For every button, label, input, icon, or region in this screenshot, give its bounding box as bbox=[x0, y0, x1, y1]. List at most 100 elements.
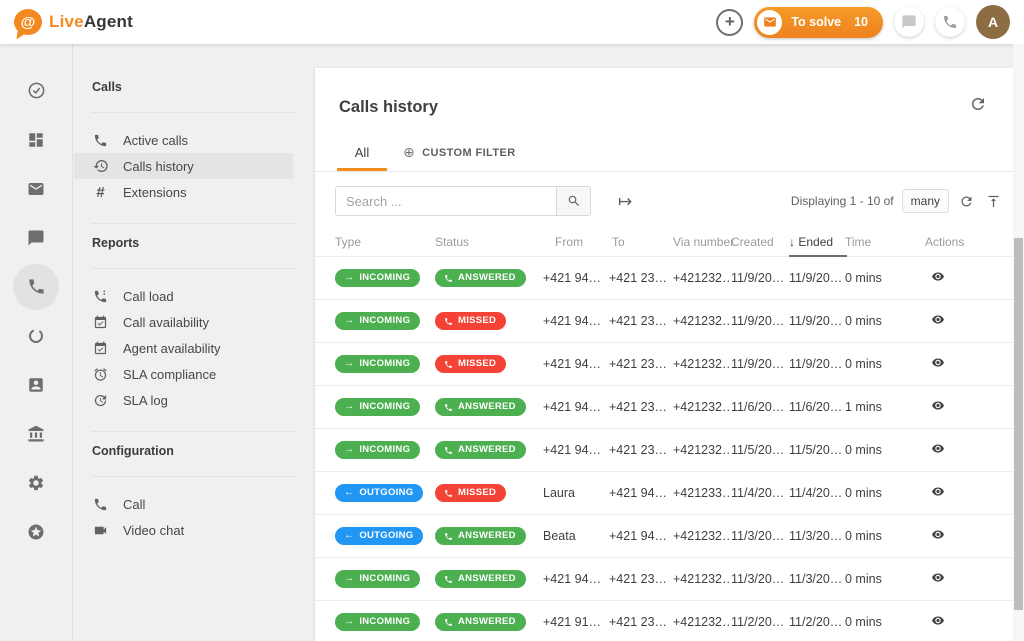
sidebar-item-call-availability[interactable]: Call availability bbox=[74, 309, 293, 335]
cell-from: Beata bbox=[543, 529, 609, 543]
cell-time: 0 mins bbox=[845, 529, 915, 543]
rail-tick-circle-icon[interactable] bbox=[0, 66, 73, 115]
sidebar-item-agent-availability[interactable]: Agent availability bbox=[74, 335, 293, 361]
column-header-via-number[interactable]: Via number bbox=[673, 235, 731, 249]
search-input[interactable] bbox=[336, 187, 556, 215]
table-toolbar: ↦ Displaying 1 - 10 of many bbox=[315, 172, 1013, 230]
topbar-actions: + To solve 10 A bbox=[716, 5, 1010, 39]
rail-dashboard-icon[interactable] bbox=[0, 115, 73, 164]
divider bbox=[91, 268, 295, 269]
sidebar-item-sla-log[interactable]: SLA log bbox=[74, 387, 293, 413]
app-window: @ LiveAgent + To solve 10 A bbox=[0, 0, 1024, 641]
to-solve-button[interactable]: To solve 10 bbox=[754, 7, 883, 38]
active-tab-underline bbox=[337, 168, 387, 171]
active-rail-highlight bbox=[13, 264, 59, 310]
rail-mail-icon[interactable] bbox=[0, 164, 73, 213]
table-row[interactable]: →INCOMING MISSED +421 94… +421 23… +4212… bbox=[315, 299, 1013, 342]
displaying-text: Displaying 1 - 10 of bbox=[791, 194, 894, 208]
refresh-button[interactable] bbox=[969, 95, 987, 118]
sidebar-item-call-config[interactable]: Call bbox=[74, 491, 293, 517]
alarm-icon bbox=[92, 367, 109, 382]
sidebar-item-label: SLA log bbox=[123, 393, 168, 408]
liveagent-logo[interactable]: @ LiveAgent bbox=[14, 9, 133, 35]
rail-contacts-icon[interactable] bbox=[0, 360, 73, 409]
table-row[interactable]: →INCOMING MISSED +421 94… +421 23… +4212… bbox=[315, 342, 1013, 385]
call-status-badge: ANSWERED bbox=[435, 570, 526, 588]
table-row[interactable]: →INCOMING ANSWERED +421 94… +421 23… +42… bbox=[315, 428, 1013, 471]
table-row[interactable]: →INCOMING ANSWERED +421 94… +421 23… +42… bbox=[315, 256, 1013, 299]
table-row[interactable]: →INCOMING ANSWERED +421 94… +421 23… +42… bbox=[315, 557, 1013, 600]
view-call-button[interactable] bbox=[930, 356, 946, 369]
calls-button[interactable] bbox=[935, 7, 965, 37]
rail-ring-icon[interactable] bbox=[0, 311, 73, 360]
tab-custom-filter[interactable]: ⊕ CUSTOM FILTER bbox=[403, 134, 516, 171]
view-call-button[interactable] bbox=[930, 614, 946, 627]
chats-button[interactable] bbox=[894, 7, 924, 37]
envelope-disc bbox=[757, 10, 782, 35]
phone-icon bbox=[444, 446, 453, 455]
rail-chat-icon[interactable] bbox=[0, 213, 73, 262]
user-avatar[interactable]: A bbox=[976, 5, 1010, 39]
phone-icon bbox=[444, 489, 453, 498]
cell-created: 11/3/20… bbox=[731, 529, 789, 543]
phone-icon bbox=[444, 403, 453, 412]
to-solve-count: 10 bbox=[854, 15, 868, 29]
column-header-status[interactable]: Status bbox=[435, 235, 543, 249]
search-button[interactable] bbox=[556, 187, 590, 215]
rail-premium-star-icon[interactable] bbox=[0, 507, 73, 556]
create-new-button[interactable]: + bbox=[716, 9, 743, 36]
column-header-type[interactable]: Type bbox=[335, 235, 435, 249]
table-row[interactable]: →INCOMING ANSWERED +421 94… +421 23… +42… bbox=[315, 385, 1013, 428]
row-count-box[interactable]: many bbox=[902, 189, 949, 213]
table-row[interactable]: →INCOMING ANSWERED +421 91… +421 23… +42… bbox=[315, 600, 1013, 641]
cell-via-number: +421232… bbox=[673, 443, 731, 457]
view-call-button[interactable] bbox=[930, 442, 946, 455]
call-status-badge: MISSED bbox=[435, 355, 506, 373]
table-row[interactable]: ←OUTGOING ANSWERED Beata +421 94… +42123… bbox=[315, 514, 1013, 557]
view-call-button[interactable] bbox=[930, 528, 946, 541]
scroll-to-top-button[interactable] bbox=[986, 194, 1001, 209]
sidebar-item-active-calls[interactable]: Active calls bbox=[74, 127, 293, 153]
column-header-time[interactable]: Time bbox=[845, 235, 915, 249]
hash-icon: # bbox=[92, 185, 109, 200]
column-header-to[interactable]: To bbox=[609, 235, 673, 249]
eye-icon bbox=[930, 356, 946, 369]
column-header-from[interactable]: From bbox=[543, 235, 609, 249]
jump-to-icon[interactable]: ↦ bbox=[618, 193, 632, 210]
rail-academy-icon[interactable] bbox=[0, 409, 73, 458]
column-header-ended[interactable]: ↓ Ended bbox=[789, 235, 845, 249]
view-call-button[interactable] bbox=[930, 399, 946, 412]
view-call-button[interactable] bbox=[930, 313, 946, 326]
scrollbar-thumb[interactable] bbox=[1014, 238, 1023, 610]
divider bbox=[91, 476, 295, 477]
cell-created: 11/3/20… bbox=[731, 572, 789, 586]
view-call-button[interactable] bbox=[930, 270, 946, 283]
sidebar-item-extensions[interactable]: # Extensions bbox=[74, 179, 293, 205]
vertical-scrollbar[interactable] bbox=[1013, 44, 1024, 641]
cell-via-number: +421232… bbox=[673, 400, 731, 414]
column-header-created[interactable]: Created bbox=[731, 235, 789, 249]
cell-from: +421 91… bbox=[543, 615, 609, 629]
history-icon bbox=[92, 158, 109, 174]
reload-list-button[interactable] bbox=[959, 194, 974, 209]
cell-created: 11/2/20… bbox=[731, 615, 789, 629]
rail-phone-icon-active[interactable] bbox=[0, 262, 73, 311]
call-status-badge: ANSWERED bbox=[435, 441, 526, 459]
view-call-button[interactable] bbox=[930, 571, 946, 584]
brand-name: LiveAgent bbox=[49, 12, 133, 32]
cell-from: +421 94… bbox=[543, 357, 609, 371]
sidebar-item-video-chat[interactable]: Video chat bbox=[74, 517, 293, 543]
sidebar-item-calls-history[interactable]: Calls history bbox=[74, 153, 293, 179]
cell-created: 11/9/20… bbox=[731, 314, 789, 328]
rail-settings-icon[interactable] bbox=[0, 458, 73, 507]
view-call-button[interactable] bbox=[930, 485, 946, 498]
phone-icon bbox=[444, 274, 453, 283]
sidebar-item-call-load[interactable]: Call load bbox=[74, 283, 293, 309]
table-row[interactable]: ←OUTGOING MISSED Laura +421 94… +421233…… bbox=[315, 471, 1013, 514]
tab-all[interactable]: All bbox=[337, 134, 387, 171]
table-body: →INCOMING ANSWERED +421 94… +421 23… +42… bbox=[315, 256, 1013, 641]
cell-actions bbox=[915, 571, 1013, 587]
sidebar-item-label: Active calls bbox=[123, 133, 188, 148]
sidebar-item-sla-compliance[interactable]: SLA compliance bbox=[74, 361, 293, 387]
cell-actions bbox=[915, 313, 1013, 329]
